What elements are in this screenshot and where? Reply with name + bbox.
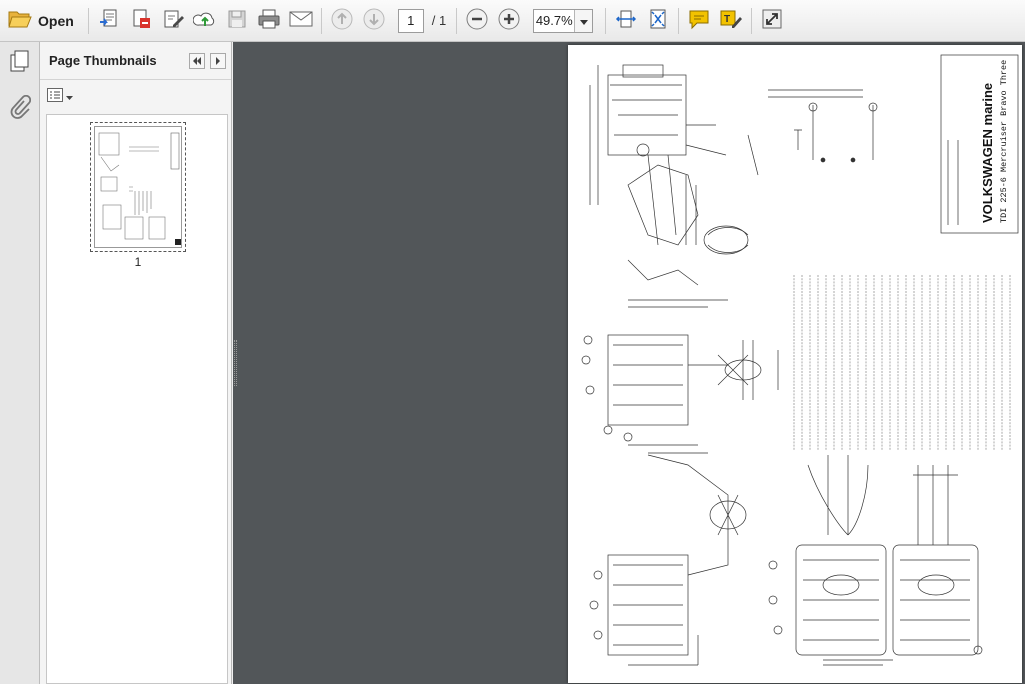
- thumbnail-list: 1: [46, 114, 228, 684]
- thumbnails-panel: Page Thumbnails 1: [40, 42, 232, 684]
- zoom-value: 49.7%: [535, 13, 573, 28]
- thumbnail-page-number: 1: [134, 255, 142, 269]
- next-page-button[interactable]: [358, 5, 390, 37]
- comment-button[interactable]: [683, 5, 715, 37]
- open-button[interactable]: Open: [0, 5, 84, 37]
- pages-panel-icon: [8, 49, 32, 76]
- print-icon: [257, 8, 281, 33]
- fit-page-button[interactable]: [642, 5, 674, 37]
- highlight-icon: T: [719, 8, 743, 33]
- toolbar-separator: [678, 7, 680, 34]
- pdf-tools-button[interactable]: [125, 5, 157, 37]
- zoom-in-icon: [498, 8, 520, 33]
- create-pdf-button[interactable]: [93, 5, 125, 37]
- email-button[interactable]: [285, 5, 317, 37]
- prev-page-icon: [331, 8, 353, 33]
- fullscreen-icon: [761, 8, 783, 33]
- title-block-text: VOLKSWAGEN marine TDI 225-6 Mercruiser B…: [980, 60, 1009, 223]
- options-menu-button[interactable]: [47, 87, 73, 105]
- toolbar-separator: [456, 7, 458, 34]
- email-icon: [289, 10, 313, 31]
- expand-panel-button[interactable]: [210, 52, 226, 69]
- create-pdf-icon: [98, 8, 120, 33]
- panel-title: Page Thumbnails: [49, 53, 157, 68]
- attachment-icon: [9, 94, 32, 122]
- chevron-down-icon: [579, 14, 588, 28]
- zoom-select[interactable]: 49.7%: [533, 8, 594, 33]
- zoom-out-icon: [466, 8, 488, 33]
- chevron-down-icon: [66, 89, 73, 103]
- open-label: Open: [38, 12, 74, 29]
- save-icon: [227, 9, 247, 32]
- folder-open-icon: [8, 9, 32, 32]
- thumbnails-header: Page Thumbnails: [40, 42, 231, 80]
- model-text: TDI 225-6 Mercruiser Bravo Three: [999, 60, 1009, 223]
- collapse-panel-button[interactable]: [189, 52, 205, 69]
- attachments-tab[interactable]: [0, 88, 40, 128]
- engine-technical-drawing: VOLKSWAGEN marine TDI 225-6 Mercruiser B…: [581, 54, 1019, 666]
- next-page-icon: [363, 8, 385, 33]
- fit-width-icon: [615, 8, 637, 33]
- svg-text:T: T: [724, 14, 730, 25]
- fit-page-icon: [647, 8, 669, 33]
- zoom-in-button[interactable]: [493, 5, 525, 37]
- panel-splitter-handle[interactable]: [234, 340, 237, 386]
- fit-width-button[interactable]: [610, 5, 642, 37]
- page-thumbnails-tab[interactable]: [0, 42, 40, 82]
- fullscreen-button[interactable]: [756, 5, 788, 37]
- previous-page-button[interactable]: [326, 5, 358, 37]
- toolbar-separator: [320, 7, 322, 34]
- page-total-label: / 1: [431, 13, 447, 28]
- edit-button[interactable]: [157, 5, 189, 37]
- brand-text: VOLKSWAGEN marine: [980, 83, 995, 223]
- toolbar-separator: [751, 7, 753, 34]
- main-toolbar: Open 1 / 1 49.7% T: [0, 0, 1025, 42]
- toolbar-separator: [87, 7, 89, 34]
- print-button[interactable]: [253, 5, 285, 37]
- page-number-input[interactable]: 1: [397, 8, 424, 33]
- highlight-button[interactable]: T: [715, 5, 747, 37]
- comment-icon: [687, 8, 711, 33]
- edit-icon: [162, 8, 184, 33]
- pdf-page: VOLKSWAGEN marine TDI 225-6 Mercruiser B…: [568, 45, 1022, 683]
- thumbnail-image: [94, 126, 182, 248]
- zoom-dropdown-button[interactable]: [574, 9, 593, 32]
- upload-cloud-icon: [192, 9, 217, 32]
- pdf-tools-icon: [130, 8, 152, 33]
- double-chevron-left-icon: [192, 54, 202, 68]
- upload-button[interactable]: [189, 5, 221, 37]
- options-menu-icon: [47, 87, 63, 105]
- page-thumbnail[interactable]: [90, 122, 186, 252]
- toolbar-separator: [605, 7, 607, 34]
- navigation-rail: [0, 42, 40, 684]
- chevron-right-icon: [215, 54, 221, 68]
- zoom-out-button[interactable]: [461, 5, 493, 37]
- save-button[interactable]: [221, 5, 253, 37]
- thumbnail-options-row: [40, 80, 231, 112]
- document-view[interactable]: VOLKSWAGEN marine TDI 225-6 Mercruiser B…: [233, 42, 1025, 684]
